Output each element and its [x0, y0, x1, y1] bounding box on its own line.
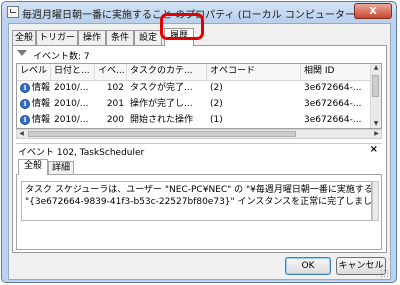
event-category: 開始された操作: [130, 115, 194, 125]
window-close-button[interactable]: X: [354, 3, 392, 19]
event-category: タスクが完了...: [130, 83, 193, 93]
tab-triggers[interactable]: トリガー: [36, 30, 78, 45]
event-id: 102: [106, 83, 124, 93]
history-tab-panel: イベント数: 7 レベル 日付と... イベ... タスクのカテ... オペコー…: [12, 45, 387, 253]
column-header-level[interactable]: レベル: [17, 64, 51, 80]
task-scheduler-icon: [7, 6, 19, 18]
description-scrollbar[interactable]: [372, 181, 379, 221]
event-description[interactable]: タスク スケジューラは、ユーザー "NEC-PC¥NEC" の "¥毎週月曜日朝…: [21, 181, 372, 221]
event-opcode: (1): [210, 115, 223, 125]
event-date: 2010/...: [54, 115, 89, 125]
tab-conditions[interactable]: 条件: [106, 30, 134, 45]
event-opcode: (2): [210, 83, 223, 93]
event-date: 2010/...: [54, 99, 89, 109]
scroll-up-arrow-icon[interactable]: ▲: [372, 64, 380, 72]
tab-general[interactable]: 全般: [12, 30, 36, 45]
title-bar[interactable]: 毎週月曜日朝一番に実施すること のプロパティ (ローカル コンピューター) X: [2, 2, 396, 22]
info-icon: i: [20, 83, 30, 93]
event-detail-title: イベント 102, TaskScheduler: [18, 148, 145, 158]
event-list-horizontal-scrollbar[interactable]: ◀ ▶: [16, 129, 382, 139]
event-row[interactable]: i 情報 2010/... 102 タスクが完了... (2) 3e672664…: [17, 80, 372, 96]
description-line: タスク スケジューラは、ユーザー "NEC-PC¥NEC" の "¥毎週月曜日朝…: [25, 185, 372, 195]
detail-general-panel: タスク スケジューラは、ユーザー "NEC-PC¥NEC" の "¥毎週月曜日朝…: [16, 174, 382, 250]
column-header-event-id[interactable]: イベ...: [95, 64, 127, 80]
tab-settings[interactable]: 設定: [134, 30, 162, 45]
event-level: 情報: [32, 99, 51, 109]
info-icon: i: [20, 115, 30, 125]
detail-tab-general[interactable]: 全般: [18, 159, 48, 175]
tab-history[interactable]: 履歴: [164, 28, 194, 46]
event-level: 情報: [32, 83, 51, 93]
column-header-opcode[interactable]: オペコード: [207, 64, 301, 80]
column-header-date[interactable]: 日付と...: [51, 64, 95, 80]
detail-tab-details[interactable]: 詳細: [48, 161, 74, 175]
description-line: "{3e672664-9839-41f3-b53c-22527bf80e73}"…: [25, 197, 372, 207]
dialog-body: 全般 トリガー 操作 条件 設定 履歴 イベント数: 7 レベル 日付と... …: [8, 23, 391, 280]
event-opcode: (2): [210, 99, 223, 109]
event-id: 201: [106, 99, 124, 109]
event-count: イベント数: 7: [33, 52, 90, 62]
event-category: 操作が完了し...: [130, 99, 193, 109]
detail-close-icon[interactable]: ×: [370, 144, 378, 155]
scroll-thumb[interactable]: [28, 131, 296, 137]
window-title: 毎週月曜日朝一番に実施すること のプロパティ (ローカル コンピューター): [22, 10, 359, 21]
event-correlation-id: 3e672664-...: [304, 99, 362, 109]
filter-icon[interactable]: [17, 50, 27, 56]
event-date: 2010/...: [54, 83, 89, 93]
scroll-down-arrow-icon[interactable]: ▼: [372, 120, 380, 128]
info-icon: i: [20, 99, 30, 109]
scroll-left-arrow-icon[interactable]: ◀: [17, 130, 26, 138]
ok-button[interactable]: OK: [285, 257, 331, 275]
event-correlation-id: 3e672664-...: [304, 83, 362, 93]
column-header-correlation-id[interactable]: 相関 ID: [301, 64, 372, 80]
event-level: 情報: [32, 115, 51, 125]
event-list: レベル 日付と... イベ... タスクのカテ... オペコード 相関 ID i…: [16, 63, 382, 129]
event-id: 200: [106, 115, 124, 125]
event-list-header: レベル 日付と... イベ... タスクのカテ... オペコード 相関 ID: [17, 64, 372, 81]
properties-dialog: 毎週月曜日朝一番に実施すること のプロパティ (ローカル コンピューター) X …: [1, 1, 397, 283]
event-detail-header: イベント 102, TaskScheduler ×: [16, 143, 382, 158]
scroll-right-arrow-icon[interactable]: ▶: [372, 130, 381, 138]
column-header-task-category[interactable]: タスクのカテ...: [127, 64, 207, 80]
event-row[interactable]: i 情報 2010/... 201 操作が完了し... (2) 3e672664…: [17, 96, 372, 112]
event-list-vertical-scrollbar[interactable]: ▲ ▼: [370, 64, 381, 128]
event-row[interactable]: i 情報 2010/... 200 開始された操作 (1) 3e672664-.…: [17, 112, 372, 128]
detail-tab-bar: 全般 詳細: [16, 159, 382, 175]
event-correlation-id: 3e672664-...: [304, 115, 362, 125]
scroll-thumb[interactable]: [372, 75, 379, 97]
tab-actions[interactable]: 操作: [78, 30, 106, 45]
resize-grip[interactable]: [380, 269, 388, 277]
cancel-button[interactable]: キャンセル: [336, 257, 386, 275]
